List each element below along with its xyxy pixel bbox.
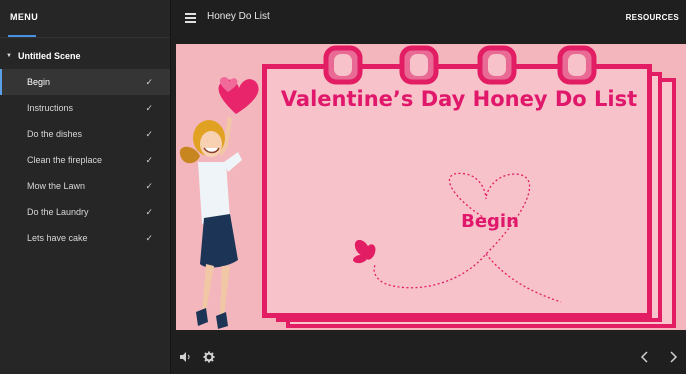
check-icon: ✓ bbox=[145, 128, 153, 139]
sidebar-item-do-the-laundry[interactable]: Do the Laundry ✓ bbox=[0, 199, 170, 225]
slide-headline: Valentine’s Day Honey Do List bbox=[281, 87, 637, 111]
sidebar-item-label: Clean the fireplace bbox=[27, 155, 103, 165]
chevron-right-icon[interactable] bbox=[668, 351, 678, 363]
check-icon: ✓ bbox=[145, 102, 153, 113]
chevron-left-icon[interactable] bbox=[640, 351, 650, 363]
hamburger-icon[interactable] bbox=[185, 13, 196, 23]
bottom-bar bbox=[171, 332, 686, 374]
check-icon: ✓ bbox=[145, 154, 153, 165]
woman-illustration bbox=[179, 77, 259, 329]
sidebar-item-label: Instructions bbox=[27, 103, 74, 113]
slide-artwork: Valentine’s Day Honey Do List Begin bbox=[179, 45, 676, 329]
sidebar-item-label: Begin bbox=[27, 77, 51, 87]
sidebar-item-lets-have-cake[interactable]: Lets have cake ✓ bbox=[0, 225, 170, 251]
check-icon: ✓ bbox=[145, 206, 153, 217]
page-title: Honey Do List bbox=[207, 11, 270, 22]
sidebar: MENU ▼ Untitled Scene Begin ✓ Instructio… bbox=[0, 0, 171, 374]
top-bar: Honey Do List RESOURCES bbox=[171, 0, 686, 38]
sidebar-item-label: Do the dishes bbox=[27, 129, 83, 139]
menu-tab[interactable]: MENU bbox=[10, 12, 38, 22]
sidebar-item-label: Do the Laundry bbox=[27, 207, 89, 217]
menu-tab-indicator bbox=[8, 35, 36, 37]
sidebar-item-clean-the-fireplace[interactable]: Clean the fireplace ✓ bbox=[0, 147, 170, 173]
check-icon: ✓ bbox=[145, 76, 153, 87]
speaker-icon[interactable] bbox=[179, 351, 191, 363]
sidebar-item-begin[interactable]: Begin ✓ bbox=[0, 69, 170, 95]
scene-label: Untitled Scene bbox=[17, 51, 81, 61]
begin-link[interactable]: Begin bbox=[461, 211, 519, 232]
sidebar-header: MENU bbox=[0, 0, 170, 38]
sidebar-item-mow-the-lawn[interactable]: Mow the Lawn ✓ bbox=[0, 173, 170, 199]
slide-stage: Valentine’s Day Honey Do List Begin bbox=[176, 44, 686, 330]
caret-down-icon: ▼ bbox=[6, 53, 12, 59]
check-icon: ✓ bbox=[145, 232, 153, 243]
gear-icon[interactable] bbox=[203, 351, 215, 363]
sidebar-item-do-the-dishes[interactable]: Do the dishes ✓ bbox=[0, 121, 170, 147]
resources-button[interactable]: RESOURCES bbox=[626, 13, 679, 22]
check-icon: ✓ bbox=[145, 180, 153, 191]
sidebar-item-instructions[interactable]: Instructions ✓ bbox=[0, 95, 170, 121]
sidebar-item-label: Mow the Lawn bbox=[27, 181, 86, 191]
scene-header[interactable]: ▼ Untitled Scene bbox=[0, 48, 170, 64]
sidebar-item-label: Lets have cake bbox=[27, 233, 88, 243]
